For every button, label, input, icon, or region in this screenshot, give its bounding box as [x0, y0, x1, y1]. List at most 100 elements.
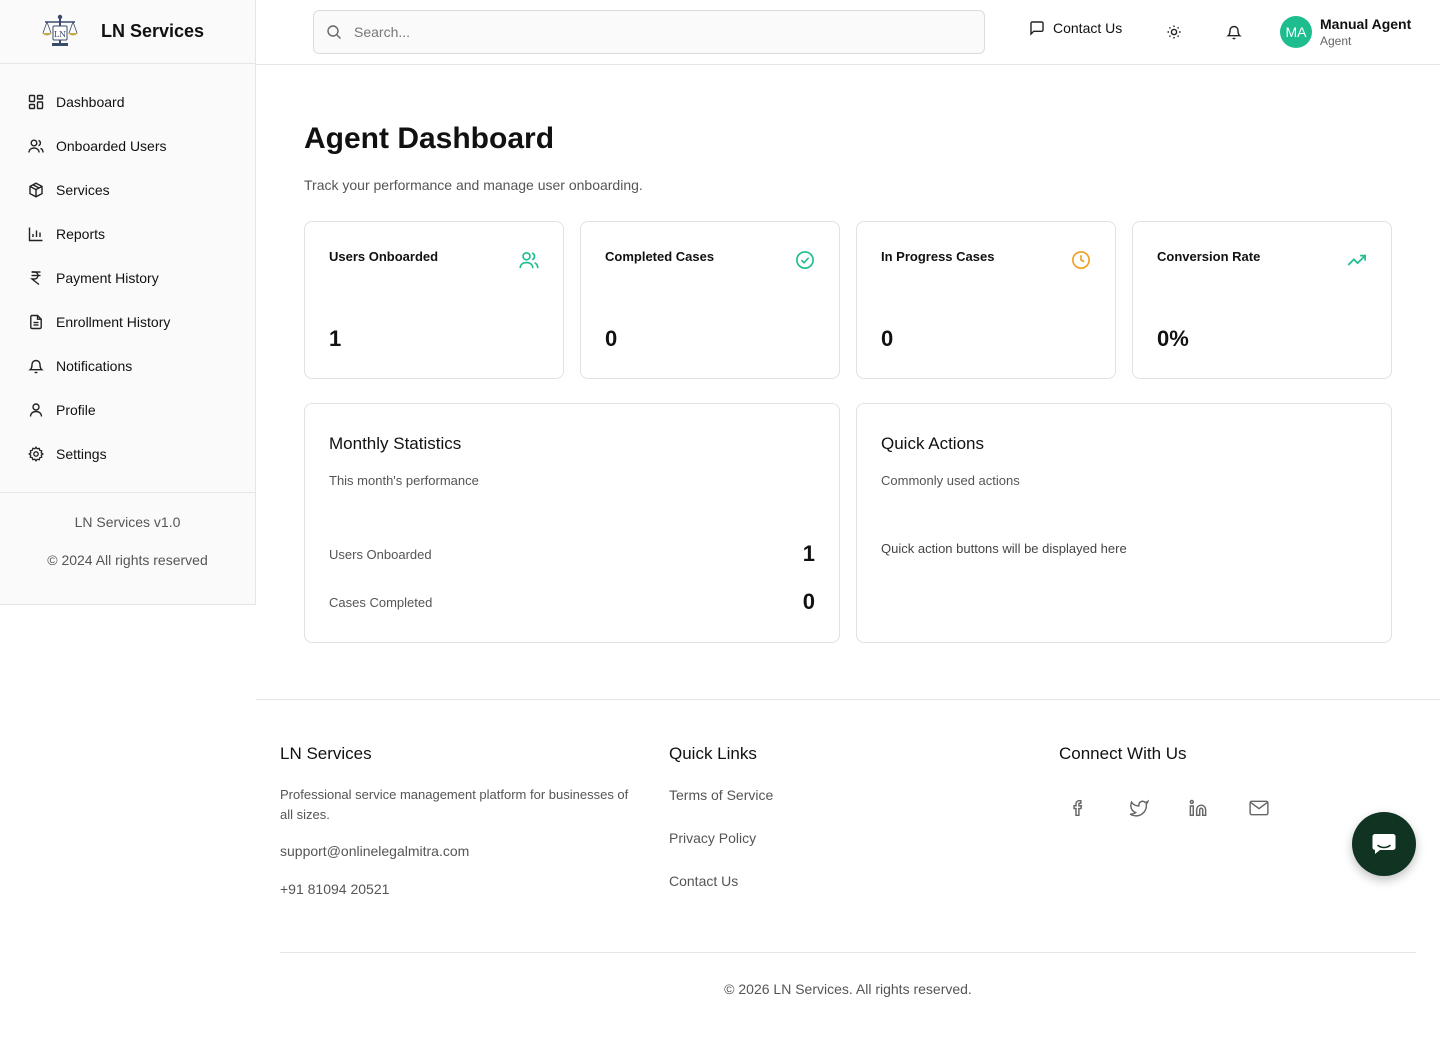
stat-row-value: 1: [802, 541, 815, 566]
sidebar-item-settings[interactable]: Settings: [0, 432, 255, 476]
stat-value: 1: [329, 326, 342, 351]
page-subtitle: Track your performance and manage user o…: [304, 177, 643, 193]
sidebar-item-profile[interactable]: Profile: [0, 388, 255, 432]
brand-name: LN Services: [101, 21, 205, 41]
card-subtitle: This month's performance: [329, 473, 479, 488]
card-title: Monthly Statistics: [329, 434, 462, 453]
trending-up-icon: [1347, 250, 1367, 275]
package-icon: [28, 182, 44, 198]
sidebar-item-label: Settings: [56, 446, 107, 462]
sidebar-item-label: Services: [56, 182, 110, 198]
bar-chart-icon: [28, 226, 44, 242]
theme-toggle-sun-icon[interactable]: [1166, 24, 1182, 45]
users-icon: [519, 250, 539, 275]
sidebar-item-dashboard[interactable]: Dashboard: [0, 80, 255, 124]
sidebar-item-label: Enrollment History: [56, 314, 171, 330]
sidebar-item-enrollment-history[interactable]: Enrollment History: [0, 300, 255, 344]
sidebar-item-label: Profile: [56, 402, 96, 418]
social-links: [1069, 796, 1309, 820]
stat-card-completed-cases: Completed Cases 0: [580, 221, 840, 379]
stat-card-users-onboarded: Users Onboarded 1: [304, 221, 564, 379]
stat-value: 0: [605, 326, 618, 351]
facebook-icon[interactable]: [1069, 796, 1129, 820]
footer-divider: [280, 952, 1416, 953]
contact-us-link[interactable]: Contact Us: [669, 873, 773, 889]
sidebar-item-notifications[interactable]: Notifications: [0, 344, 255, 388]
sidebar-item-label: Reports: [56, 226, 106, 242]
sidebar-item-reports[interactable]: Reports: [0, 212, 255, 256]
card-subtitle: Commonly used actions: [881, 473, 1020, 488]
footer-connect-title: Connect With Us: [1059, 744, 1187, 763]
search-input[interactable]: [354, 24, 954, 40]
sidebar-item-label: Dashboard: [56, 94, 125, 110]
footer-connect: Connect With Us: [1059, 744, 1187, 764]
sidebar-item-label: Payment History: [56, 270, 159, 286]
chat-bubble-icon: [1372, 834, 1396, 854]
stat-row-label: Cases Completed: [329, 594, 433, 610]
contact-us-button[interactable]: Contact Us: [1029, 20, 1122, 36]
clock-icon: [1071, 250, 1091, 275]
sidebar-item-services[interactable]: Services: [0, 168, 255, 212]
svg-text:LN: LN: [54, 30, 66, 39]
stat-title: Users Onboarded: [329, 249, 439, 264]
footer-description: Professional service management platform…: [280, 787, 629, 822]
mail-icon[interactable]: [1249, 796, 1309, 820]
stats-row: Users Onboarded 1 Completed Cases 0 In P…: [304, 221, 1392, 379]
sidebar-item-payment-history[interactable]: Payment History: [0, 256, 255, 300]
user-icon: [28, 402, 44, 418]
footer-email[interactable]: support@onlinelegalmitra.com: [280, 843, 636, 859]
avatar: MA: [1280, 16, 1312, 48]
stat-title: Completed Cases: [605, 249, 715, 264]
twitter-icon[interactable]: [1129, 796, 1189, 820]
privacy-policy-link[interactable]: Privacy Policy: [669, 830, 773, 846]
user-menu[interactable]: MA Manual Agent Agent: [1280, 15, 1411, 49]
message-square-icon: [1030, 21, 1044, 36]
stat-title: Conversion Rate: [1157, 249, 1261, 264]
scales-of-justice-logo: LN: [42, 14, 78, 46]
rupee-icon: [28, 270, 44, 286]
stat-value: 0%: [1157, 326, 1189, 351]
card-title: Quick Actions: [881, 434, 984, 453]
file-text-icon: [28, 314, 44, 330]
sidebar-item-onboarded-users[interactable]: Onboarded Users: [0, 124, 255, 168]
footer-brand-title: LN Services: [280, 744, 372, 763]
panels-row: Monthly Statistics This month's performa…: [304, 403, 1392, 643]
stat-row-label: Users Onboarded: [329, 546, 432, 562]
contact-us-label: Contact Us: [1053, 20, 1123, 36]
stat-card-in-progress-cases: In Progress Cases 0: [856, 221, 1116, 379]
footer-quick-links: Quick Links Terms of Service Privacy Pol…: [669, 744, 773, 889]
linkedin-icon[interactable]: [1189, 796, 1249, 820]
app-version: LN Services v1.0: [74, 514, 181, 530]
stat-row: Cases Completed 0: [329, 589, 815, 615]
sidebar-copyright: © 2024 All rights reserved: [47, 552, 208, 568]
notification-bell-icon[interactable]: [1226, 24, 1242, 45]
gear-icon: [28, 446, 44, 462]
stat-row-value: 0: [802, 589, 815, 614]
footer-copyright: © 2026 LN Services. All rights reserved.: [724, 981, 972, 997]
stat-title: In Progress Cases: [881, 249, 995, 264]
grid-icon: [28, 94, 44, 110]
footer-about: LN Services Professional service managem…: [280, 744, 636, 897]
quick-actions-placeholder: Quick action buttons will be displayed h…: [881, 541, 1127, 556]
sidebar-footer: LN Services v1.0 © 2024 All rights reser…: [0, 492, 255, 568]
footer-phone[interactable]: +91 81094 20521: [280, 881, 636, 897]
check-circle-icon: [795, 250, 815, 275]
sidebar-item-label: Notifications: [56, 358, 133, 374]
top-header: Contact Us MA Manual Agent Agent: [256, 0, 1440, 65]
monthly-statistics-card: Monthly Statistics This month's performa…: [304, 403, 840, 643]
sidebar-nav: Dashboard Onboarded Users Services Repor…: [0, 64, 255, 476]
stat-row: Users Onboarded 1: [329, 541, 815, 567]
stat-card-conversion-rate: Conversion Rate 0%: [1132, 221, 1392, 379]
quick-actions-card: Quick Actions Commonly used actions Quic…: [856, 403, 1392, 643]
search-box[interactable]: [313, 10, 985, 54]
stat-value: 0: [881, 326, 894, 351]
user-name: Manual Agent: [1320, 16, 1412, 32]
user-role: Agent: [1320, 34, 1352, 48]
sidebar: LN LN Services Dashboard Onboarded Users…: [0, 0, 256, 605]
sidebar-item-label: Onboarded Users: [56, 138, 167, 154]
footer: LN Services Professional service managem…: [256, 699, 1440, 1057]
page-title: Agent Dashboard: [304, 122, 555, 155]
chat-button[interactable]: [1352, 812, 1416, 876]
terms-of-service-link[interactable]: Terms of Service: [669, 787, 773, 803]
brand[interactable]: LN LN Services: [0, 0, 255, 64]
